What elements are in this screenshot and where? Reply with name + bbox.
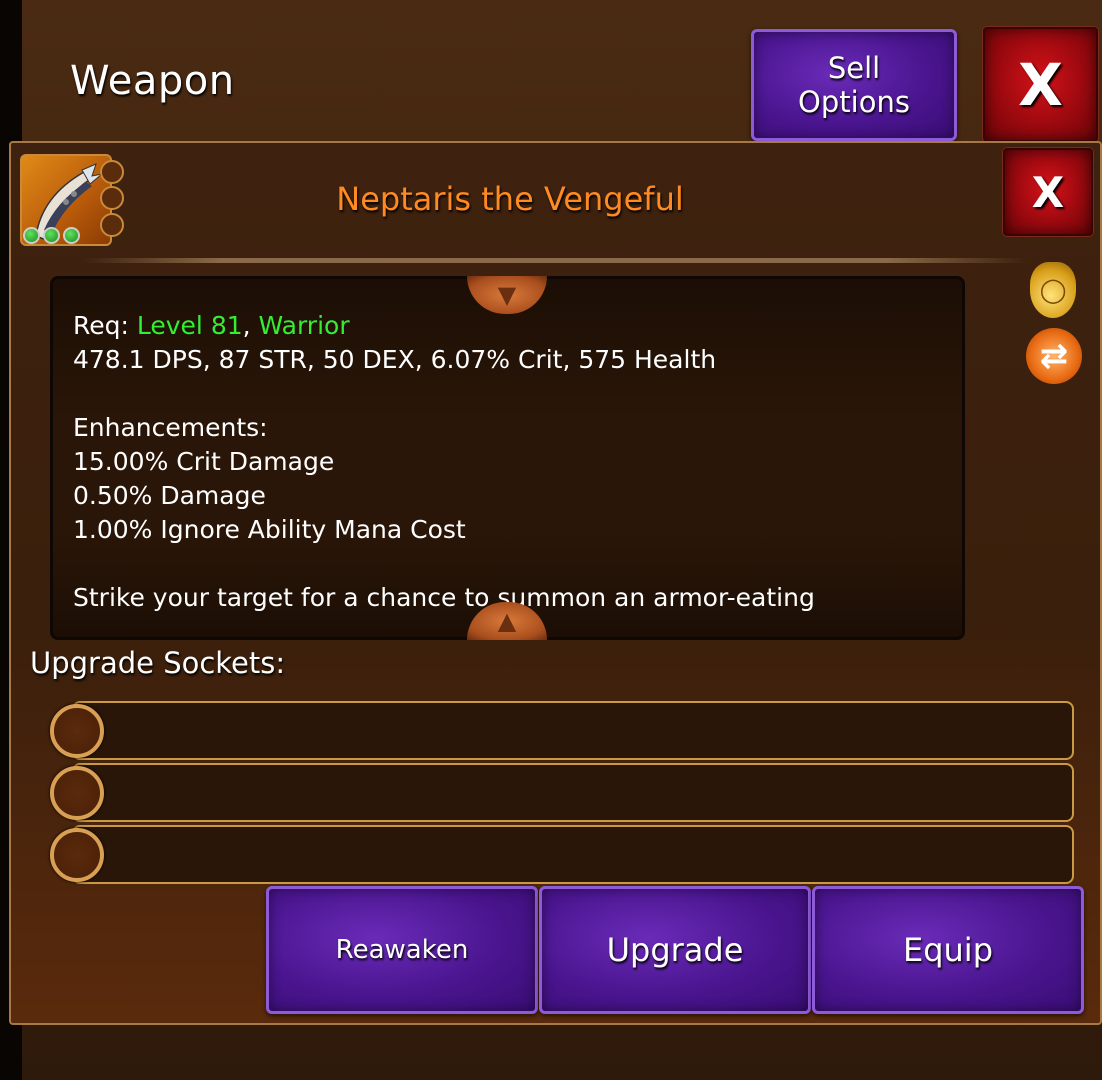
sell-options-label: Sell Options (798, 51, 910, 119)
socket-slot[interactable] (50, 828, 104, 882)
reawaken-button[interactable]: Reawaken (266, 886, 538, 1014)
req-separator: , (242, 311, 259, 340)
gem-socket-empty (100, 160, 124, 184)
upgrade-button[interactable]: Upgrade (539, 886, 811, 1014)
gem-socket-empty (100, 213, 124, 237)
socket-row[interactable] (72, 763, 1074, 822)
gem-filled (63, 227, 80, 244)
chevron-up-icon: ▲ (497, 607, 517, 635)
upgrade-label: Upgrade (606, 931, 744, 969)
item-stats: 478.1 DPS, 87 STR, 50 DEX, 6.07% Crit, 5… (73, 345, 717, 374)
equip-button[interactable]: Equip (812, 886, 1084, 1014)
close-window-button[interactable]: X (983, 27, 1098, 142)
socket-slot[interactable] (50, 766, 104, 820)
enhancement-line: 0.50% Damage (73, 481, 266, 510)
req-level: Level 81 (136, 311, 243, 340)
coin-symbol: ◯ (1039, 276, 1067, 304)
chevron-down-icon: ▼ (497, 281, 517, 309)
close-item-button[interactable]: X (1003, 148, 1093, 236)
upgrade-sockets-label: Upgrade Sockets: (30, 646, 286, 680)
socket-row[interactable] (72, 825, 1074, 884)
socket-slot[interactable] (50, 704, 104, 758)
sell-options-button[interactable]: Sell Options (751, 29, 957, 141)
equip-label: Equip (902, 931, 993, 969)
enhancement-line: 1.00% Ignore Ability Mana Cost (73, 515, 466, 544)
ability-text: Strike your target for a chance to summo… (73, 583, 815, 612)
req-prefix: Req: (73, 311, 137, 340)
gem-socket-empty (100, 186, 124, 210)
enhancements-title: Enhancements: (73, 413, 268, 442)
item-description[interactable]: Req: Level 81, Warrior 478.1 DPS, 87 STR… (50, 276, 965, 640)
reawaken-label: Reawaken (335, 935, 469, 965)
req-class: Warrior (258, 311, 350, 340)
divider (82, 258, 1027, 263)
item-name: Neptaris the Vengeful (336, 180, 684, 218)
gold-bag-icon[interactable]: ◯ (1030, 262, 1076, 318)
refresh-icon[interactable]: ⇄ (1026, 328, 1082, 384)
close-icon: X (1031, 167, 1065, 217)
window-title: Weapon (70, 58, 235, 104)
socket-row[interactable] (72, 701, 1074, 760)
close-icon: X (1018, 50, 1063, 119)
refresh-arrows: ⇄ (1039, 336, 1069, 376)
description-text: Req: Level 81, Warrior 478.1 DPS, 87 STR… (73, 309, 953, 615)
gem-filled (23, 227, 40, 244)
gem-filled (43, 227, 60, 244)
enhancement-line: 15.00% Crit Damage (73, 447, 335, 476)
